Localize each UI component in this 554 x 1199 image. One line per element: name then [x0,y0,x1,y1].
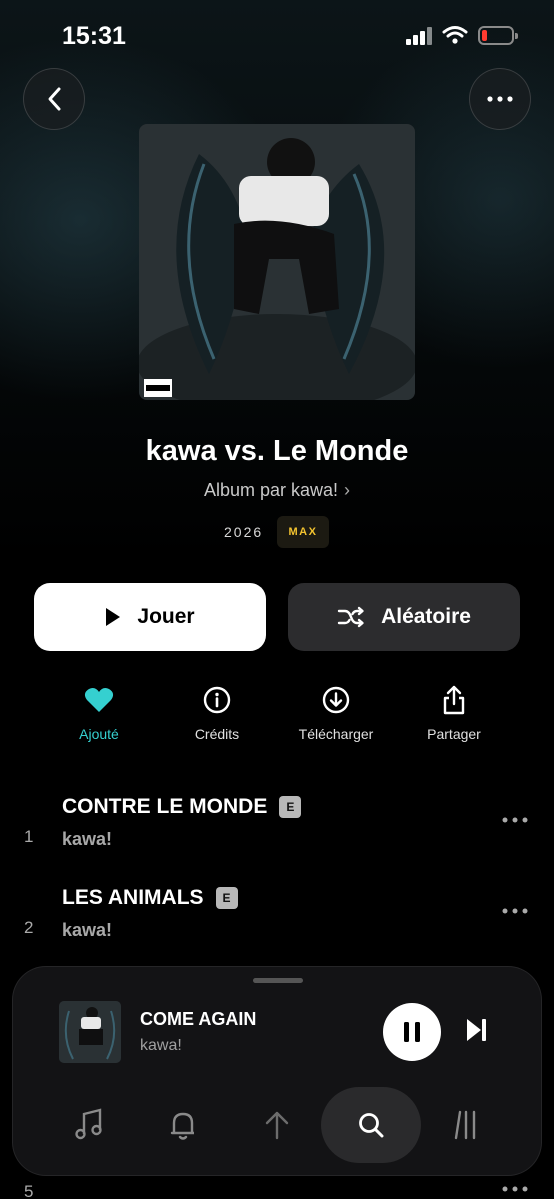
track-title: CONTRE LE MONDE [62,795,268,818]
tab-search[interactable] [321,1087,421,1163]
tab-upload[interactable] [227,1087,327,1163]
track-more-icon[interactable] [502,817,528,823]
share-icon [443,685,465,715]
tab-library[interactable] [415,1087,515,1163]
cover-artwork [139,124,415,400]
album-subtitle: Album par kawa! [203,480,339,500]
play-button[interactable]: Jouer [34,583,266,651]
action-added[interactable]: Ajouté [44,684,154,742]
drag-handle[interactable] [253,978,303,983]
track-artist: kawa! [62,920,113,940]
search-icon [359,1113,384,1138]
arrow-up-icon [265,1111,289,1140]
track-title-wrap: CONTRE LE MONDE E [62,795,302,819]
more-options-button[interactable] [469,68,531,130]
track-row[interactable]: 1 CONTRE LE MONDE E kawa! [0,795,554,875]
action-label: Télécharger [298,726,374,742]
library-icon [454,1110,476,1140]
album-year: 2026 [224,524,264,540]
back-button[interactable] [23,68,85,130]
action-share[interactable]: Partager [399,684,509,742]
info-icon [203,686,231,714]
action-label: Crédits [194,726,240,742]
track-more-icon[interactable] [502,908,528,914]
now-playing-artist: kawa! [140,1037,182,1054]
track-title: LES ANIMALS [62,886,204,909]
battery-icon [478,26,518,45]
shuffle-icon [337,606,364,628]
track-row[interactable]: 2 LES ANIMALS E kawa! [0,886,554,966]
music-note-icon [75,1108,102,1140]
heart-icon [84,688,114,712]
track-artist: kawa! [62,829,113,849]
track-number: 2 [24,918,34,937]
pause-button[interactable] [383,1003,441,1061]
ellipsis-icon [487,96,513,102]
tab-notifications[interactable] [133,1087,233,1163]
chevron-left-icon [48,87,61,111]
wifi-icon [442,26,468,44]
pause-icon [404,1022,420,1042]
action-download[interactable]: Télécharger [281,684,391,742]
action-label: Partager [427,726,481,742]
now-playing-title: COME AGAIN [140,1009,257,1029]
track-more-icon[interactable] [502,1186,528,1192]
quality-badge: MAX [277,516,329,548]
mini-player[interactable]: COME AGAIN kawa! [12,966,542,1176]
action-label: Ajouté [79,726,119,742]
signal-icon [406,27,434,45]
download-icon [322,686,350,714]
play-label: Jouer [137,605,195,628]
shuffle-button[interactable]: Aléatoire [288,583,520,651]
bell-icon [170,1112,194,1140]
action-credits[interactable]: Crédits [162,684,272,742]
play-icon [106,608,121,626]
chevron-right-icon: › [344,480,351,500]
explicit-badge: E [279,796,302,818]
status-time: 15:31 [62,22,126,50]
now-playing-artwork [59,1001,121,1063]
tab-music[interactable] [39,1087,139,1163]
track-title-wrap: LES ANIMALS E [62,886,238,910]
shuffle-label: Aléatoire [381,605,471,628]
track-number: 1 [24,827,34,846]
status-bar: 15:31 [0,0,554,70]
album-title: kawa vs. Le Monde [145,435,409,467]
album-artist-link[interactable]: Album par kawa! › [0,480,554,501]
explicit-badge: E [215,887,238,909]
album-cover [139,124,415,400]
track-number: 5 [24,1182,34,1199]
skip-next-icon[interactable] [465,1017,489,1043]
